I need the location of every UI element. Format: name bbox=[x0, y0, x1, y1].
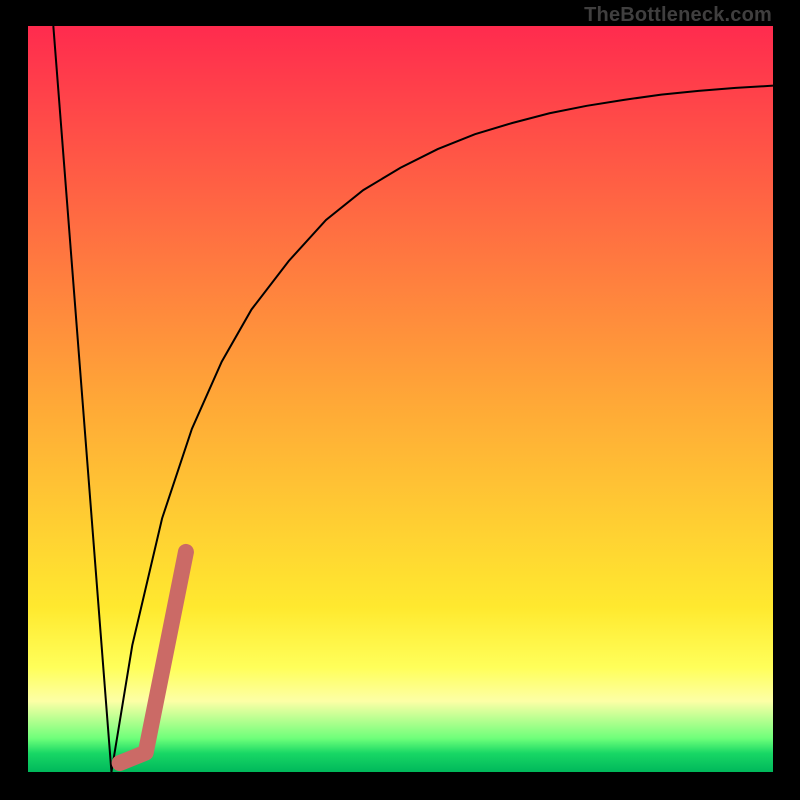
watermark-text: TheBottleneck.com bbox=[584, 4, 772, 27]
chart-frame: TheBottleneck.com bbox=[0, 0, 800, 800]
chart-svg bbox=[28, 26, 773, 772]
plot-area bbox=[28, 26, 773, 772]
gradient-background bbox=[28, 26, 773, 772]
